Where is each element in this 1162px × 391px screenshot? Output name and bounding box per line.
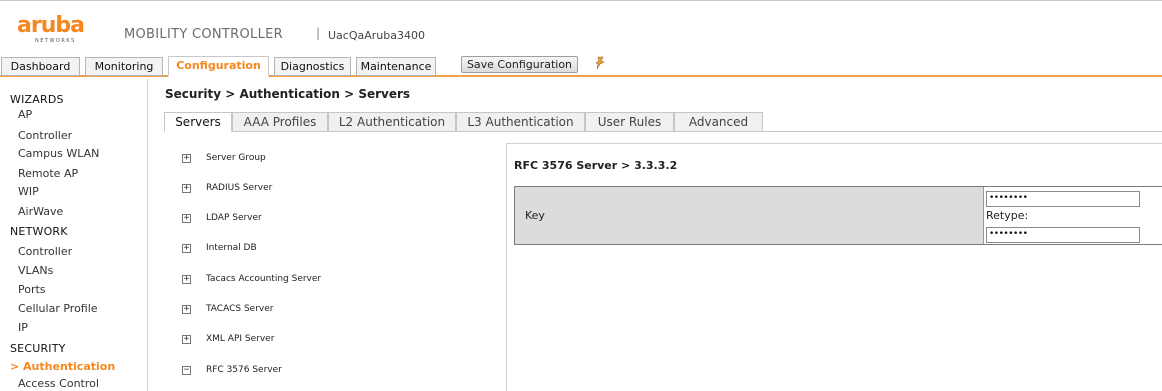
tree-item-label: RFC 3576 Server — [206, 365, 282, 375]
expand-icon[interactable]: + — [182, 335, 191, 344]
server-tree: + Server Group + RADIUS Server + LDAP Se… — [165, 140, 505, 391]
panel-divider — [506, 143, 507, 391]
sidebar-item-ip[interactable]: IP — [18, 321, 28, 334]
collapse-icon[interactable]: − — [182, 366, 191, 375]
sidebar-item-ports[interactable]: Ports — [18, 283, 46, 296]
app-header: aruba NETWORKS MOBILITY CONTROLLER | Uac… — [0, 0, 1162, 55]
sidebar-item-access-control[interactable]: Access Control — [18, 377, 99, 390]
pushpin-icon[interactable] — [595, 56, 605, 70]
tree-item-label: LDAP Server — [206, 213, 262, 223]
sidebar-item-remote-ap[interactable]: Remote AP — [18, 167, 78, 180]
expand-icon[interactable]: + — [182, 275, 191, 284]
sidebar-section-network: NETWORK — [10, 225, 68, 238]
key-fields-cell: •••••••• Retype: •••••••• — [984, 187, 1162, 244]
tree-item-label: Server Group — [206, 153, 266, 163]
subtab-advanced[interactable]: Advanced — [674, 112, 763, 132]
sidebar-item-wip[interactable]: WIP — [18, 185, 39, 198]
save-configuration-button[interactable]: Save Configuration — [461, 56, 578, 73]
product-name: MOBILITY CONTROLLER — [124, 27, 283, 42]
sidebar-item-ap[interactable]: AP — [18, 108, 32, 121]
key-password-field[interactable]: •••••••• — [986, 191, 1140, 207]
tab-monitoring[interactable]: Monitoring — [85, 57, 163, 76]
tab-diagnostics[interactable]: Diagnostics — [274, 57, 351, 76]
header-separator: | — [316, 26, 321, 40]
expand-icon[interactable]: + — [182, 214, 191, 223]
sidebar-section-security: SECURITY — [10, 342, 66, 355]
sidebar-section-wizards: WIZARDS — [10, 93, 64, 106]
expand-icon[interactable]: + — [182, 244, 191, 253]
tab-dashboard[interactable]: Dashboard — [1, 57, 80, 76]
tree-item-label: XML API Server — [206, 334, 275, 344]
sidebar-item-vlans[interactable]: VLANs — [18, 264, 53, 277]
subtab-aaa-profiles[interactable]: AAA Profiles — [232, 112, 328, 132]
sidebar-item-airwave[interactable]: AirWave — [18, 205, 63, 218]
logo-word: aruba — [17, 13, 85, 38]
panel-top-border — [506, 143, 1162, 144]
key-label-cell: Key — [515, 187, 984, 244]
subtab-l2-authentication[interactable]: L2 Authentication — [328, 112, 456, 132]
retype-label: Retype: — [986, 209, 1029, 222]
controller-hostname: UacQaAruba3400 — [328, 29, 425, 42]
subtab-servers[interactable]: Servers — [164, 112, 232, 132]
sidebar-item-controller[interactable]: Controller — [18, 245, 72, 258]
expand-icon[interactable]: + — [182, 184, 191, 193]
subtab-user-rules[interactable]: User Rules — [585, 112, 674, 132]
tab-configuration[interactable]: Configuration — [168, 56, 269, 77]
tree-item-label: Tacacs Accounting Server — [206, 274, 322, 284]
breadcrumb: Security > Authentication > Servers — [165, 87, 411, 101]
sidebar-item-authentication[interactable]: > Authentication — [10, 360, 115, 373]
sidebar-item-campus-wlan[interactable]: Campus WLAN — [18, 147, 99, 160]
panel-title: RFC 3576 Server > 3.3.3.2 — [514, 159, 678, 172]
tab-maintenance[interactable]: Maintenance — [356, 57, 436, 76]
retype-password-field[interactable]: •••••••• — [986, 227, 1140, 243]
tree-item-label: RADIUS Server — [206, 183, 273, 193]
aruba-logo: aruba NETWORKS — [17, 15, 87, 47]
sidebar-item-controller-wizard[interactable]: Controller — [18, 129, 72, 142]
expand-icon[interactable]: + — [182, 305, 191, 314]
expand-icon[interactable]: + — [182, 154, 191, 163]
tree-item-label: Internal DB — [206, 243, 257, 253]
key-table: Key •••••••• Retype: •••••••• — [514, 186, 1162, 245]
tree-item-label: TACACS Server — [206, 304, 274, 314]
sidebar-item-cellular-profile[interactable]: Cellular Profile — [18, 302, 98, 315]
main-nav: Dashboard Monitoring Configuration Diagn… — [0, 55, 1162, 77]
sidebar: WIZARDS AP Controller Campus WLAN Remote… — [0, 79, 148, 391]
logo-subtitle: NETWORKS — [35, 38, 76, 44]
key-label: Key — [525, 209, 545, 222]
subtab-l3-authentication[interactable]: L3 Authentication — [456, 112, 585, 132]
